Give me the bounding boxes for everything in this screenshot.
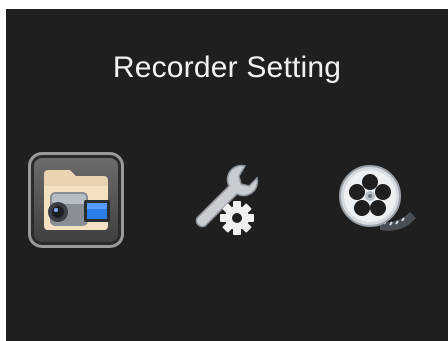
menu-item-setup[interactable] xyxy=(175,152,271,248)
device-screen: Recorder Setting xyxy=(6,9,448,341)
camcorder-folder-icon xyxy=(44,170,110,230)
wrench-gear-icon xyxy=(195,164,259,235)
menu-row xyxy=(6,9,448,341)
menu-item-playback[interactable] xyxy=(326,152,422,248)
film-reel-icon xyxy=(339,165,416,231)
menu-item-recorder[interactable] xyxy=(28,152,124,248)
